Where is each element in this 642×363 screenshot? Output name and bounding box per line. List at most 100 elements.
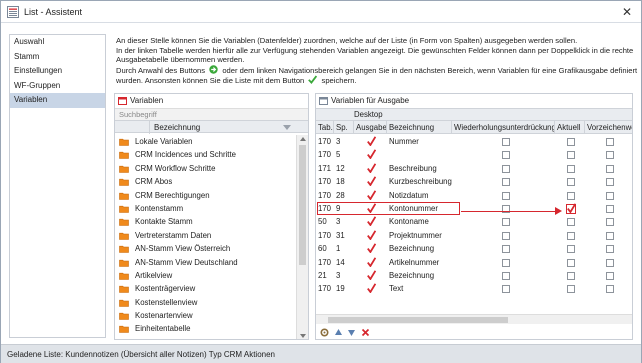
scroll-up-icon[interactable] <box>300 137 306 141</box>
aktuell-checkbox[interactable] <box>567 285 575 294</box>
output-check-icon[interactable] <box>367 283 377 294</box>
output-check-icon[interactable] <box>367 163 377 174</box>
scrollbar-thumb[interactable] <box>328 317 508 323</box>
scrollbar-thumb[interactable] <box>299 145 306 265</box>
vorzeichen-checkbox[interactable] <box>606 191 614 200</box>
move-up-icon[interactable] <box>334 328 343 337</box>
output-check-icon[interactable] <box>367 189 377 201</box>
move-down-icon[interactable] <box>347 328 356 337</box>
wiederholung-checkbox[interactable] <box>502 151 510 160</box>
list-item[interactable]: CRM Incidences und Schritte <box>115 148 295 161</box>
column-header[interactable]: Bezeichnung <box>387 121 452 134</box>
table-row[interactable]: 170 14 Artikelnummer <box>316 256 632 269</box>
vorzeichen-checkbox[interactable] <box>606 178 614 187</box>
wiederholung-checkbox[interactable] <box>502 231 510 240</box>
list-item[interactable]: Kostenträgerview <box>115 282 295 295</box>
wiederholung-checkbox[interactable] <box>502 285 510 294</box>
list-item[interactable]: Artikelview <box>115 269 295 282</box>
list-item[interactable]: Kontakte Stamm <box>115 215 295 228</box>
vorzeichen-checkbox[interactable] <box>606 258 614 267</box>
output-check-icon[interactable] <box>367 230 377 241</box>
output-check-icon[interactable] <box>367 176 377 187</box>
table-row[interactable]: 170 31 Projektnummer <box>316 229 632 242</box>
output-check-icon[interactable] <box>367 270 377 281</box>
cell-tab: 21 <box>318 271 327 280</box>
vorzeichen-checkbox[interactable] <box>606 151 614 160</box>
list-item[interactable]: Kontenstamm <box>115 202 295 215</box>
table-row[interactable]: 171 12 Beschreibung <box>316 162 632 175</box>
aktuell-checkbox[interactable] <box>567 245 575 254</box>
vorzeichen-checkbox[interactable] <box>606 245 614 254</box>
settings-icon[interactable] <box>320 328 329 337</box>
output-check-icon[interactable] <box>367 243 377 254</box>
table-row[interactable]: 170 18 Kurzbeschreibung <box>316 175 632 188</box>
vorzeichen-checkbox[interactable] <box>606 218 614 227</box>
list-item[interactable]: CRM Berechtigungen <box>115 189 295 202</box>
table-row[interactable]: 170 19 Text <box>316 282 632 295</box>
list-item[interactable]: CRM Abos <box>115 175 295 188</box>
aktuell-checkbox[interactable] <box>567 191 575 200</box>
horizontal-scrollbar[interactable] <box>316 314 632 324</box>
aktuell-checkbox[interactable] <box>567 258 575 267</box>
wiederholung-checkbox[interactable] <box>502 218 510 227</box>
table-row[interactable]: 60 1 Bezeichnung <box>316 242 632 255</box>
list-item[interactable]: AN-Stamm View Deutschland <box>115 256 295 269</box>
wiederholung-checkbox[interactable] <box>502 178 510 187</box>
table-row[interactable]: 170 5 <box>316 148 632 161</box>
aktuell-checkbox[interactable] <box>567 231 575 240</box>
vertical-scrollbar[interactable] <box>296 135 308 339</box>
list-item[interactable]: AN-Stamm View Österreich <box>115 242 295 255</box>
vorzeichen-checkbox[interactable] <box>606 164 614 173</box>
vorzeichen-checkbox[interactable] <box>606 205 614 213</box>
table-row[interactable]: 50 3 Kontoname <box>316 215 632 228</box>
table-row[interactable]: 21 3 Bezeichnung <box>316 269 632 282</box>
column-header[interactable]: Sp. <box>334 121 354 134</box>
aktuell-checkbox[interactable] <box>567 178 575 187</box>
nav-item-wf-gruppen[interactable]: WF-Gruppen <box>10 79 105 94</box>
output-check-icon[interactable] <box>367 256 377 268</box>
column-header[interactable]: Wiederholungsunterdrückung <box>452 121 555 134</box>
vorzeichen-checkbox[interactable] <box>606 272 614 280</box>
wiederholung-checkbox[interactable] <box>502 258 510 267</box>
aktuell-checkbox[interactable] <box>567 151 575 160</box>
aktuell-checkbox[interactable] <box>567 272 575 280</box>
list-item[interactable]: Einheitentabelle <box>115 322 295 335</box>
output-check-icon[interactable] <box>367 149 377 160</box>
aktuell-checkbox[interactable] <box>567 164 575 173</box>
list-item[interactable]: CRM Workflow Schritte <box>115 162 295 175</box>
list-item[interactable]: Lokale Variablen <box>115 135 295 148</box>
nav-item-variablen[interactable]: Variablen <box>10 93 105 108</box>
column-header[interactable]: Vorzeichenwe <box>585 121 632 134</box>
column-header[interactable]: Ausgabe <box>354 121 387 134</box>
output-check-icon[interactable] <box>367 136 377 147</box>
close-button[interactable]: ✕ <box>619 4 635 20</box>
wiederholung-checkbox[interactable] <box>502 245 510 254</box>
wiederholung-checkbox[interactable] <box>502 164 510 173</box>
search-input[interactable]: Suchbegriff <box>115 108 308 120</box>
scroll-down-icon[interactable] <box>300 334 306 338</box>
delete-icon[interactable] <box>361 328 370 337</box>
table-row[interactable]: 170 28 Notizdatum <box>316 189 632 202</box>
filter-icon[interactable] <box>283 125 291 130</box>
wiederholung-checkbox[interactable] <box>502 138 510 146</box>
output-check-icon[interactable] <box>367 216 377 227</box>
list-item[interactable]: Kostenartenview <box>115 309 295 322</box>
column-header[interactable]: Tab. <box>316 121 334 134</box>
wiederholung-checkbox[interactable] <box>502 191 510 200</box>
aktuell-checkbox[interactable] <box>567 218 575 227</box>
aktuell-checkbox[interactable] <box>567 138 575 146</box>
aktuell-checkbox[interactable] <box>566 203 577 214</box>
column-header[interactable]: Aktuell <box>555 121 585 134</box>
list-item[interactable]: Kostenstellenview <box>115 296 295 309</box>
column-bezeichnung[interactable]: Bezeichnung <box>154 121 200 134</box>
table-row[interactable]: 170 9 Kontonummer <box>316 202 632 216</box>
nav-item-einstellungen[interactable]: Einstellungen <box>10 64 105 79</box>
table-row[interactable]: 170 3 Nummer <box>316 135 632 148</box>
nav-item-stamm[interactable]: Stamm <box>10 50 105 65</box>
vorzeichen-checkbox[interactable] <box>606 231 614 240</box>
wiederholung-checkbox[interactable] <box>502 272 510 280</box>
vorzeichen-checkbox[interactable] <box>606 138 614 146</box>
vorzeichen-checkbox[interactable] <box>606 285 614 294</box>
nav-item-auswahl[interactable]: Auswahl <box>10 35 105 50</box>
list-item[interactable]: Vertreterstamm Daten <box>115 229 295 242</box>
